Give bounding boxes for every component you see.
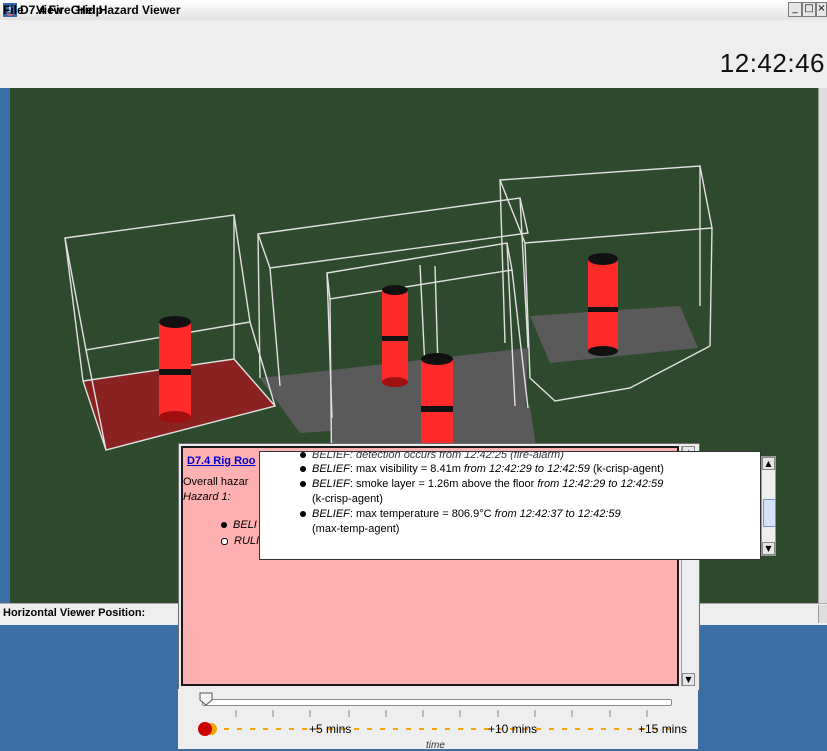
- belief-item: BELIEF: max visibility = 8.41m from 12:4…: [300, 462, 750, 477]
- bullet-filled-icon: [300, 481, 306, 488]
- menu-help[interactable]: Help: [77, 3, 103, 17]
- bullet-filled-icon: [300, 466, 306, 473]
- timeline-axis: [224, 710, 670, 730]
- horizontal-position-label: Horizontal Viewer Position:: [3, 607, 146, 619]
- menu-file[interactable]: File: [3, 3, 24, 17]
- bullet-filled-icon: [300, 452, 306, 459]
- column-middle: [382, 285, 408, 387]
- column-right: [588, 253, 618, 356]
- timeline-label-15: +15 mins: [638, 722, 688, 736]
- timeline-label-10: +10 mins: [488, 722, 538, 736]
- belief-item-agent: (max-temp-agent): [312, 523, 400, 535]
- menu-bar: [0, 20, 827, 40]
- clock-display: 12:42:46: [719, 48, 825, 78]
- viewer-vscroll-bottom[interactable]: [818, 346, 827, 603]
- time-slider-thumb[interactable]: [199, 692, 213, 706]
- belief-item: BELIEF: max temperature = 806.9°C from 1…: [300, 507, 750, 522]
- scroll-thumb[interactable]: [763, 499, 776, 527]
- belief-tooltip: BELIEF: max visibility = 8.41m from 12:4…: [259, 451, 761, 560]
- scroll-down-icon[interactable]: ▼: [682, 673, 695, 686]
- belief-item-clipped: BELIEF: detection occurs from 12:42:25 (…: [300, 451, 564, 460]
- hazard-rule-item[interactable]: RULI: [221, 535, 259, 547]
- tooltip-scrollbar[interactable]: ▲ ▼: [761, 456, 776, 556]
- timeline-markers-icon: [198, 722, 217, 736]
- timeline-axis-label: time: [426, 740, 445, 751]
- belief-item-agent: (k-crisp-agent): [312, 493, 383, 505]
- column-front: [421, 353, 453, 449]
- hazard-belief-item[interactable]: BELI: [221, 519, 257, 531]
- bullet-filled-icon: [221, 522, 227, 529]
- belief-list: BELIEF: max visibility = 8.41m from 12:4…: [300, 462, 750, 537]
- scroll-down-icon[interactable]: ▼: [762, 542, 775, 555]
- bullet-open-icon: [221, 537, 228, 545]
- timeline-label-5: +5 mins: [309, 722, 352, 736]
- horizontal-scroll-arrow[interactable]: [818, 605, 827, 623]
- scroll-up-icon[interactable]: ▲: [762, 457, 775, 470]
- clock-bar: [0, 40, 827, 88]
- column-left: [159, 316, 191, 423]
- menu-view[interactable]: View: [36, 3, 63, 17]
- hazard-heading: Hazard 1:: [183, 491, 231, 503]
- hazard-room-link[interactable]: D7.4 Rig Roo: [187, 455, 255, 467]
- overall-hazard-text: Overall hazar: [183, 476, 249, 488]
- belief-item: BELIEF: smoke layer = 1.26m above the fl…: [300, 477, 750, 492]
- viewer-vscroll-top[interactable]: [818, 88, 827, 346]
- bullet-filled-icon: [300, 511, 306, 518]
- time-slider-track[interactable]: [202, 699, 672, 706]
- minimize-button[interactable]: _: [788, 2, 802, 17]
- maximize-button[interactable]: □: [802, 2, 816, 17]
- close-button[interactable]: ×: [816, 2, 827, 17]
